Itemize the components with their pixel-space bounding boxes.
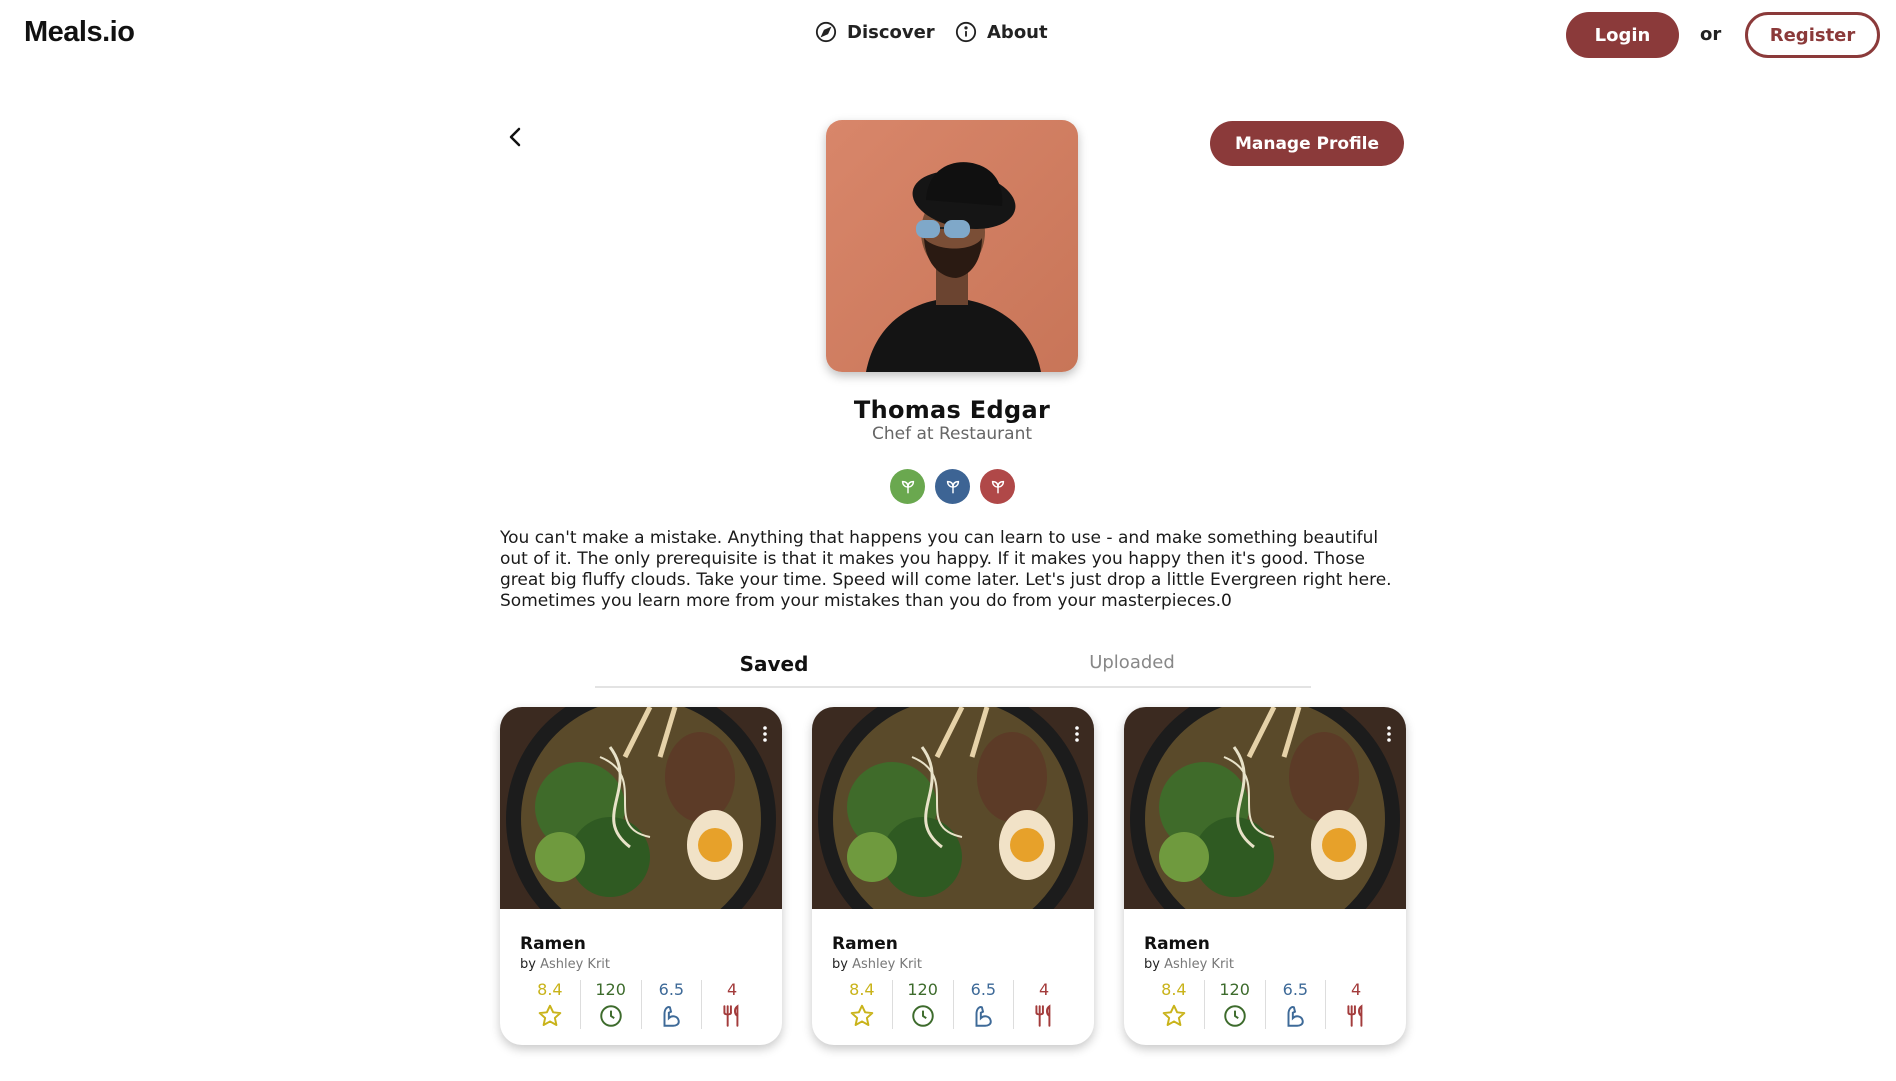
stat-difficulty: 6.5 [954,980,1015,1029]
recipe-author: by Ashley Krit [832,957,1074,972]
recipe-image [812,707,1094,909]
chevron-left-icon [509,127,521,147]
recipe-title: Ramen [520,934,586,954]
rating-value: 8.4 [849,980,875,999]
stat-servings: 4 [1014,980,1074,1029]
leaf-icon [901,480,914,493]
clock-icon [911,1005,934,1027]
muscle-icon [663,1006,681,1027]
profile-role: Chef at Restaurant [871,424,1033,444]
author-prefix: by [1144,957,1160,972]
nav-about[interactable]: About [955,21,1048,43]
or-text: or [1700,24,1722,45]
star-icon [1162,1004,1186,1026]
more-vertical-icon[interactable] [1074,725,1080,743]
clock-icon [599,1005,622,1027]
avatar [826,120,1078,372]
recipe-author: by Ashley Krit [1144,957,1386,972]
recipe-card[interactable]: Ramen by Ashley Krit 8.4 120 6.5 4 [500,707,782,1045]
more-vertical-icon[interactable] [1386,725,1392,743]
star-icon [850,1004,874,1026]
author-name: Ashley Krit [540,957,611,972]
tab-bar: Saved Uploaded [595,648,1311,688]
stat-rating: 8.4 [1144,980,1205,1029]
clock-icon [1223,1005,1246,1027]
time-value: 120 [1219,980,1250,999]
stat-difficulty: 6.5 [642,980,703,1029]
leaf-icon [991,480,1004,493]
register-button[interactable]: Register [1745,12,1880,58]
recipe-title: Ramen [832,934,898,954]
tab-uploaded[interactable]: Uploaded [953,648,1311,686]
back-button[interactable] [500,122,530,152]
stat-rating: 8.4 [832,980,893,1029]
servings-value: 4 [727,980,738,999]
recipe-card[interactable]: Ramen by Ashley Krit 8.4 120 6.5 4 [1124,707,1406,1045]
muscle-icon [975,1006,993,1027]
recipe-image [1124,707,1406,909]
author-prefix: by [832,957,848,972]
utensils-icon [1347,1004,1363,1027]
compass-icon [815,21,837,43]
rating-value: 8.4 [537,980,563,999]
recipe-card-list: Ramen by Ashley Krit 8.4 120 6.5 4 Ramen… [500,707,1406,1045]
stat-difficulty: 6.5 [1266,980,1327,1029]
author-name: Ashley Krit [1164,957,1235,972]
profile-name: Thomas Edgar [853,396,1051,424]
recipe-stats: 8.4 120 6.5 4 [832,980,1074,1029]
recipe-card[interactable]: Ramen by Ashley Krit 8.4 120 6.5 4 [812,707,1094,1045]
recipe-stats: 8.4 120 6.5 4 [1144,980,1386,1029]
app-logo[interactable]: Meals.io [24,16,135,49]
leaf-icon [946,480,959,493]
recipe-image [500,707,782,909]
utensils-icon [1035,1004,1051,1027]
profile-bio: You can't make a mistake. Anything that … [500,528,1392,611]
nav-about-label: About [987,21,1048,43]
profile-photo [826,120,1078,372]
author-prefix: by [520,957,536,972]
more-vertical-icon[interactable] [762,725,768,743]
ramen-photo [1124,707,1406,909]
stat-rating: 8.4 [520,980,581,1029]
recipe-stats: 8.4 120 6.5 4 [520,980,762,1029]
utensils-icon [723,1004,739,1027]
recipe-title: Ramen [1144,934,1210,954]
info-icon [955,21,977,43]
stat-time: 120 [581,980,642,1029]
recipe-author: by Ashley Krit [520,957,762,972]
ramen-photo [812,707,1094,909]
difficulty-value: 6.5 [1282,980,1309,999]
ramen-photo [500,707,782,909]
author-name: Ashley Krit [852,957,923,972]
muscle-icon [1287,1006,1305,1027]
diet-badge [980,469,1015,504]
stat-servings: 4 [702,980,762,1029]
login-button[interactable]: Login [1566,12,1679,58]
nav-discover-label: Discover [847,21,935,43]
nav-discover[interactable]: Discover [815,21,935,43]
rating-value: 8.4 [1161,980,1187,999]
stat-time: 120 [1205,980,1266,1029]
stat-servings: 4 [1326,980,1386,1029]
badge-list [890,469,1015,504]
tab-saved[interactable]: Saved [595,648,953,686]
stat-time: 120 [893,980,954,1029]
star-icon [538,1004,562,1026]
servings-value: 4 [1351,980,1362,999]
diet-badge [890,469,925,504]
difficulty-value: 6.5 [658,980,685,999]
time-value: 120 [595,980,626,999]
difficulty-value: 6.5 [970,980,997,999]
time-value: 120 [907,980,938,999]
manage-profile-button[interactable]: Manage Profile [1210,121,1404,166]
servings-value: 4 [1039,980,1050,999]
diet-badge [935,469,970,504]
